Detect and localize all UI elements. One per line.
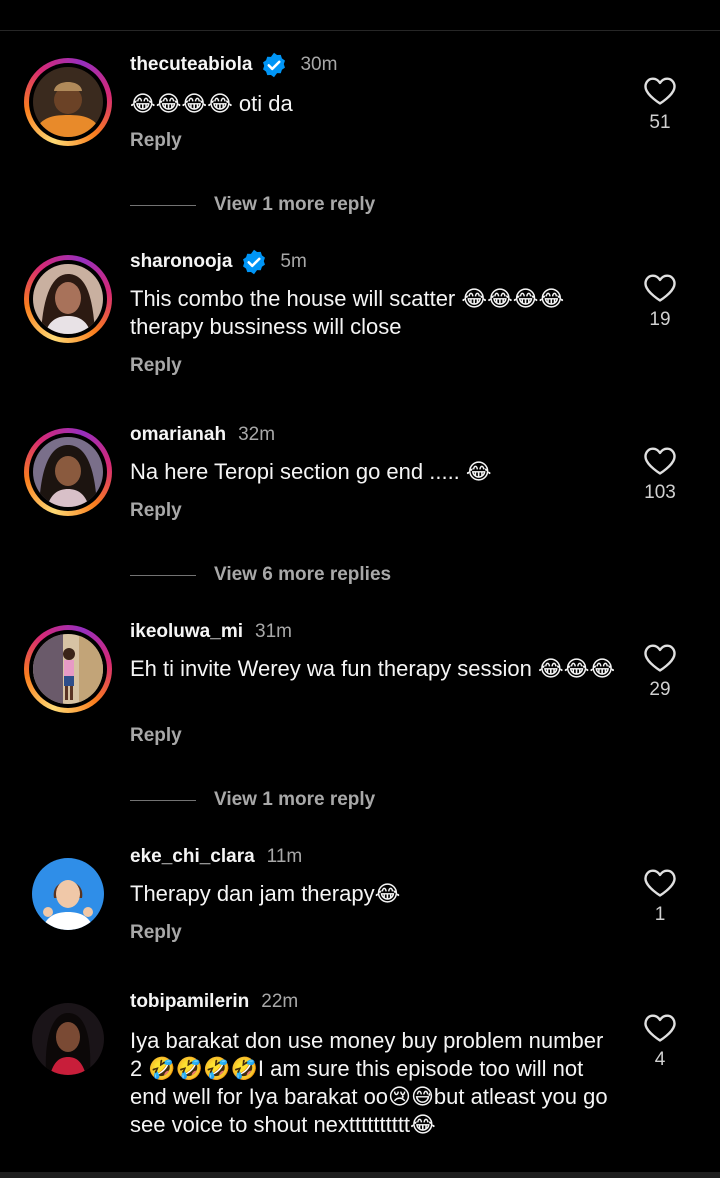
story-ring[interactable] xyxy=(24,58,112,146)
username[interactable]: sharonooja xyxy=(130,251,232,273)
like-count: 103 xyxy=(644,482,676,503)
username[interactable]: ikeoluwa_mi xyxy=(130,621,243,643)
reply-button[interactable]: Reply xyxy=(130,355,182,377)
heart-icon[interactable] xyxy=(643,1011,677,1043)
story-ring[interactable] xyxy=(24,625,112,713)
view-more-replies-label[interactable]: View 1 more reply xyxy=(214,789,375,811)
avatar xyxy=(33,264,103,334)
avatar xyxy=(33,437,103,507)
comment-text: This combo the house will scatter 😂😂😂😂 t… xyxy=(130,286,565,339)
view-more-replies[interactable]: View 1 more reply xyxy=(130,787,375,813)
like-count: 51 xyxy=(649,112,671,133)
view-more-replies[interactable]: View 1 more reply xyxy=(130,192,375,218)
comment-meta: tobipamilerin 22m xyxy=(130,987,298,1017)
like-button[interactable]: 1 xyxy=(630,866,690,926)
bottom-bar xyxy=(0,1172,720,1178)
comment-time: 5m xyxy=(280,251,307,272)
heart-icon[interactable] xyxy=(643,444,677,476)
avatar-wrap[interactable] xyxy=(24,995,112,1083)
comment-time: 11m xyxy=(266,846,303,867)
story-ring[interactable] xyxy=(24,255,112,343)
reply-button[interactable]: Reply xyxy=(130,922,182,944)
heart-icon[interactable] xyxy=(643,271,677,303)
comment-meta: sharonooja 5m xyxy=(130,247,307,277)
comment-time: 22m xyxy=(261,991,299,1012)
view-more-replies[interactable]: View 6 more replies xyxy=(130,562,391,588)
comment-text: Iya barakat don use money buy problem nu… xyxy=(130,1028,608,1137)
comment-meta: eke_chi_clara 11m xyxy=(130,842,302,872)
reply-button[interactable]: Reply xyxy=(130,500,182,522)
like-button[interactable]: 4 xyxy=(630,1011,690,1071)
avatar xyxy=(33,634,103,704)
reply-button[interactable]: Reply xyxy=(130,130,182,152)
comment-time: 32m xyxy=(238,424,276,445)
story-ring[interactable] xyxy=(24,428,112,516)
view-more-replies-label[interactable]: View 6 more replies xyxy=(214,564,391,586)
verified-badge-icon xyxy=(263,52,286,78)
avatar xyxy=(33,67,103,137)
avatar xyxy=(32,1003,104,1075)
heart-icon[interactable] xyxy=(643,74,677,106)
comment-text: Therapy dan jam therapy😂 xyxy=(130,881,401,906)
replies-divider xyxy=(130,574,196,576)
avatar xyxy=(32,858,104,930)
comment-meta: omarianah 32m xyxy=(130,420,275,450)
username[interactable]: omarianah xyxy=(130,424,226,446)
replies-divider xyxy=(130,204,196,206)
heart-icon[interactable] xyxy=(643,641,677,673)
comment-meta: ikeoluwa_mi 31m xyxy=(130,617,292,647)
comment-time: 30m xyxy=(300,54,338,75)
verified-badge-icon xyxy=(243,249,266,275)
comment-text: 😂😂😂😂 oti da xyxy=(130,91,293,116)
like-button[interactable]: 29 xyxy=(630,641,690,701)
username[interactable]: eke_chi_clara xyxy=(130,846,255,868)
reply-button[interactable]: Reply xyxy=(130,725,182,747)
username[interactable]: thecuteabiola xyxy=(130,54,252,76)
like-count: 29 xyxy=(649,679,671,700)
like-count: 19 xyxy=(649,309,671,330)
comment-text: Eh ti invite Werey wa fun therapy sessio… xyxy=(130,656,616,681)
like-count: 1 xyxy=(654,904,666,925)
top-divider xyxy=(0,30,720,31)
replies-divider xyxy=(130,799,196,801)
comment-text: Na here Teropi section go end ..... 😂 xyxy=(130,459,492,484)
like-button[interactable]: 19 xyxy=(630,271,690,331)
like-button[interactable]: 103 xyxy=(630,444,690,504)
heart-icon[interactable] xyxy=(643,866,677,898)
avatar-wrap[interactable] xyxy=(24,850,112,938)
comment-meta: thecuteabiola 30m xyxy=(130,50,337,80)
username[interactable]: tobipamilerin xyxy=(130,991,249,1013)
like-button[interactable]: 51 xyxy=(630,74,690,134)
view-more-replies-label[interactable]: View 1 more reply xyxy=(214,194,375,216)
comment-time: 31m xyxy=(255,621,292,642)
like-count: 4 xyxy=(654,1049,666,1070)
